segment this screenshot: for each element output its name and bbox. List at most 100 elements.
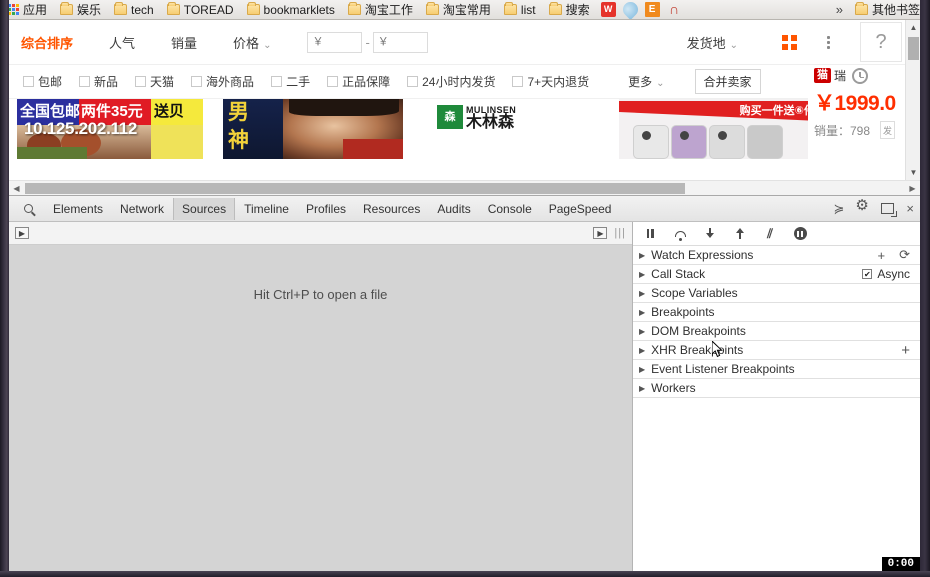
panel-workers[interactable]: ▶ Workers xyxy=(633,379,920,398)
panel-dom-breakpoints[interactable]: ▶ DOM Breakpoints xyxy=(633,322,920,341)
banner-photo xyxy=(343,139,403,159)
scroll-right-arrow-icon[interactable]: ▶ xyxy=(905,181,920,195)
page-vertical-scrollbar[interactable]: ▲ ▼ xyxy=(905,20,920,180)
show-navigator-icon[interactable]: ▶ xyxy=(15,227,29,239)
more-filters-button[interactable]: 更多⌄ xyxy=(628,73,664,90)
bookmark-search[interactable]: 搜索 xyxy=(547,1,592,19)
sort-comprehensive[interactable]: 综合排序 xyxy=(21,33,73,52)
panel-watch-expressions[interactable]: ▶ Watch Expressions + ⟳ xyxy=(633,246,920,265)
scroll-up-arrow-icon[interactable]: ▲ xyxy=(906,20,920,35)
close-icon[interactable]: × xyxy=(906,202,914,215)
bridge-icon[interactable]: ∩ xyxy=(667,2,682,17)
water-drop-icon[interactable] xyxy=(620,0,641,20)
sort-price[interactable]: 价格⌄ xyxy=(233,33,271,52)
evernote-icon[interactable]: E xyxy=(645,2,660,17)
vertical-scrollbar-thumb[interactable] xyxy=(908,37,919,60)
checkbox-icon[interactable] xyxy=(271,76,282,87)
price-min-input[interactable] xyxy=(307,32,362,53)
shop-name[interactable]: 瑞 xyxy=(834,67,846,84)
bookmark-other-bookmarks[interactable]: 其他书签 xyxy=(853,1,922,19)
scroll-down-arrow-icon[interactable]: ▼ xyxy=(906,165,920,180)
checkbox-icon[interactable] xyxy=(135,76,146,87)
chevron-right-icon: ▶ xyxy=(639,327,645,336)
step-into-icon[interactable] xyxy=(703,227,717,241)
tab-sources[interactable]: Sources xyxy=(173,198,235,220)
merge-sellers-button[interactable]: 合并卖家 xyxy=(695,69,761,94)
bookmark-bookmarklets[interactable]: bookmarklets xyxy=(245,1,337,19)
tab-network[interactable]: Network xyxy=(112,198,172,220)
panel-xhr-breakpoints[interactable]: ▶ XHR Breakpoints + xyxy=(633,341,920,360)
bookmark-taobao-common[interactable]: 淘宝常用 xyxy=(424,1,493,19)
tab-elements[interactable]: Elements xyxy=(45,198,111,220)
filter-secondhand[interactable]: 二手 xyxy=(271,73,310,90)
checkbox-icon[interactable] xyxy=(327,76,338,87)
horizontal-scrollbar-thumb[interactable] xyxy=(25,183,685,194)
bookmark-label: list xyxy=(521,1,536,19)
filter-7day-return[interactable]: 7+天内退货 xyxy=(512,73,589,90)
filter-baoyou[interactable]: 包邮 xyxy=(23,73,62,90)
scroll-left-arrow-icon[interactable]: ◀ xyxy=(9,181,24,195)
gear-icon[interactable] xyxy=(856,202,869,215)
filter-overseas[interactable]: 海外商品 xyxy=(191,73,254,90)
tab-resources[interactable]: Resources xyxy=(355,198,428,220)
phone-case-image xyxy=(671,125,707,159)
shipping-badge: 发 xyxy=(880,121,895,139)
deactivate-breakpoints-icon[interactable]: ⫽ xyxy=(763,227,777,241)
checkbox-icon[interactable] xyxy=(23,76,34,87)
refresh-watch-expressions-icon[interactable]: ⟳ xyxy=(899,247,910,263)
folder-icon xyxy=(426,4,439,15)
tab-profiles[interactable]: Profiles xyxy=(298,198,354,220)
checkbox-icon[interactable] xyxy=(512,76,523,87)
panel-label: Watch Expressions xyxy=(651,248,753,262)
async-checkbox[interactable]: ✔ xyxy=(862,269,872,279)
list-view-icon[interactable] xyxy=(827,36,830,49)
filter-bar: 包邮 新品 天猫 海外商品 二手 正品保障 xyxy=(9,65,920,99)
step-out-icon[interactable] xyxy=(733,227,747,241)
weibo-icon[interactable]: W xyxy=(601,2,616,17)
banner-baoyou[interactable]: 全国包邮 两件35元 送贝 10.125.202.112 xyxy=(17,99,203,159)
bookmark-tech[interactable]: tech xyxy=(112,1,156,19)
panel-call-stack[interactable]: ▶ Call Stack ✔ Async xyxy=(633,265,920,284)
ship-from-filter[interactable]: 发货地⌄ xyxy=(687,33,738,52)
pause-on-exceptions-icon[interactable] xyxy=(793,227,807,241)
tab-pagespeed[interactable]: PageSpeed xyxy=(541,198,620,220)
filter-tmall[interactable]: 天猫 xyxy=(135,73,174,90)
bookmark-yule[interactable]: 娱乐 xyxy=(58,1,103,19)
tab-timeline[interactable]: Timeline xyxy=(236,198,297,220)
filter-genuine[interactable]: 正品保障 xyxy=(327,73,390,90)
resize-grip-icon[interactable]: ||| xyxy=(614,227,626,239)
bookmark-apps[interactable]: 应用 xyxy=(6,1,49,19)
add-watch-expression-icon[interactable]: + xyxy=(878,248,886,263)
console-drawer-icon[interactable]: ≽ xyxy=(834,202,845,215)
step-over-icon[interactable] xyxy=(673,227,687,241)
sort-sales[interactable]: 销量 xyxy=(171,33,197,52)
checkbox-icon[interactable] xyxy=(407,76,418,87)
show-sidebar-icon[interactable]: ▶ xyxy=(593,227,607,239)
bookmark-taobao-work[interactable]: 淘宝工作 xyxy=(346,1,415,19)
sort-popularity[interactable]: 人气 xyxy=(109,33,135,52)
tab-audits[interactable]: Audits xyxy=(429,198,478,220)
panel-scope-variables[interactable]: ▶ Scope Variables xyxy=(633,284,920,303)
page-horizontal-scrollbar[interactable]: ◀ ▶ xyxy=(9,180,920,195)
bookmark-toread[interactable]: TOREAD xyxy=(165,1,236,19)
bookmark-list[interactable]: list xyxy=(502,1,538,19)
sort-bar-right: 发货地⌄ ? xyxy=(687,22,920,62)
checkbox-icon[interactable] xyxy=(79,76,90,87)
filter-24h-shipping[interactable]: 24小时内发货 xyxy=(407,73,495,90)
search-icon[interactable] xyxy=(17,198,39,220)
grid-view-icon[interactable] xyxy=(782,35,797,50)
banner-phonecase[interactable]: 购买一件送⑥件 xyxy=(619,99,819,159)
tab-console[interactable]: Console xyxy=(480,198,540,220)
panel-breakpoints[interactable]: ▶ Breakpoints xyxy=(633,303,920,322)
dock-side-icon[interactable] xyxy=(881,203,894,214)
banner-mulinsen[interactable]: 森 MULINSEN 木林森 xyxy=(427,99,597,159)
bookmarks-overflow-icon[interactable]: » xyxy=(836,2,843,17)
panel-event-listener-breakpoints[interactable]: ▶ Event Listener Breakpoints xyxy=(633,360,920,379)
pause-script-execution-icon[interactable] xyxy=(643,227,657,241)
checkbox-icon[interactable] xyxy=(191,76,202,87)
add-xhr-breakpoint-icon[interactable]: + xyxy=(901,342,910,359)
filter-xinpin[interactable]: 新品 xyxy=(79,73,118,90)
price-max-input[interactable] xyxy=(373,32,428,53)
banner-nanshen[interactable]: 男 神 xyxy=(223,99,403,159)
help-button[interactable]: ? xyxy=(860,22,902,62)
